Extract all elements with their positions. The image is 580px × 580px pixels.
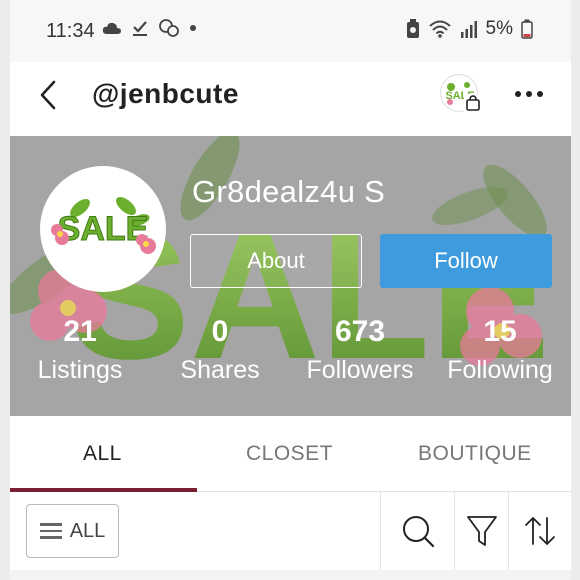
divider	[454, 492, 455, 570]
stat-label: Following	[447, 356, 553, 384]
menu-lines-icon	[39, 523, 62, 539]
divider	[508, 492, 509, 570]
divider	[380, 492, 381, 570]
battery-percent: 5%	[485, 18, 513, 39]
closet-tabs: ALL CLOSET BOUTIQUE	[10, 416, 571, 492]
about-button[interactable]: About	[190, 234, 362, 288]
stat-value: 673	[334, 315, 386, 348]
filter-bar: ALL	[10, 492, 571, 570]
stat-label: Listings	[37, 356, 123, 384]
avatar-sale-text: SALE	[58, 210, 149, 248]
signal-icon	[460, 21, 477, 38]
tab-closet[interactable]: CLOSET	[246, 442, 333, 466]
shopping-bag-icon[interactable]	[464, 94, 482, 112]
page-title-handle: @jenbcute	[92, 78, 239, 109]
stat-value: 15	[483, 315, 517, 348]
stat-listings[interactable]: 21 Listings	[10, 314, 150, 390]
listing-area-edge	[10, 570, 571, 580]
profile-avatar[interactable]: SALE	[40, 166, 166, 292]
battery-icon	[521, 19, 533, 39]
filter-icon[interactable]	[462, 506, 502, 556]
dot-icon	[190, 25, 196, 31]
app-frame: 11:34 5% @jenbcute SALE SALE SALE Gr8dea…	[10, 0, 571, 580]
stat-followers[interactable]: 673 Followers	[290, 314, 430, 390]
cloud-icon	[102, 22, 121, 34]
follow-button[interactable]: Follow	[380, 234, 552, 288]
wifi-icon	[428, 20, 451, 38]
app-header: @jenbcute SALE	[10, 62, 571, 136]
sort-icon[interactable]	[520, 506, 560, 556]
back-arrow-icon[interactable]	[34, 78, 62, 112]
stat-label: Followers	[306, 356, 414, 384]
tab-all[interactable]: ALL	[83, 442, 122, 466]
stat-value: 21	[63, 315, 97, 348]
stat-following[interactable]: 15 Following	[430, 314, 570, 390]
category-filter-label: ALL	[69, 519, 106, 542]
stat-label: Shares	[180, 356, 260, 384]
search-icon[interactable]	[398, 506, 438, 556]
status-bar: 11:34 5%	[10, 0, 571, 62]
download-check-icon	[133, 21, 147, 36]
chat-bubbles-icon	[159, 19, 179, 37]
profile-banner: SALE SALE Gr8dealz4u S About Follow 21 L…	[10, 136, 571, 416]
stat-value: 0	[211, 315, 229, 348]
battery-saver-icon	[406, 19, 419, 38]
more-options-icon[interactable]	[515, 86, 549, 102]
category-filter-button[interactable]: ALL	[26, 504, 119, 558]
status-notification-icons	[102, 18, 197, 38]
status-system-icons: 5%	[406, 18, 533, 40]
tab-boutique[interactable]: BOUTIQUE	[418, 442, 532, 466]
stat-shares[interactable]: 0 Shares	[150, 314, 290, 390]
status-time: 11:34	[46, 20, 95, 42]
profile-display-name: Gr8dealz4u S	[192, 174, 386, 209]
